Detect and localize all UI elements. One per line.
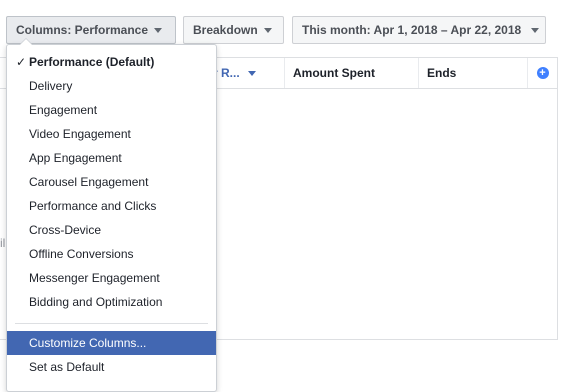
date-range-label: This month: Apr 1, 2018 – Apr 22, 2018 (302, 23, 522, 37)
column-header-ends-label: Ends (427, 66, 457, 80)
columns-menu-item[interactable]: Cross-Device (7, 218, 216, 242)
columns-menu-item[interactable]: Video Engagement (7, 122, 216, 146)
column-header-result-label: r R... (213, 66, 240, 80)
columns-menu-action-label: Customize Columns... (29, 336, 147, 350)
columns-menu-item[interactable]: Carousel Engagement (7, 170, 216, 194)
plus-circle-icon: + (536, 67, 549, 79)
column-header-amount-spent[interactable]: Amount Spent (284, 58, 418, 88)
columns-menu-item-label: Messenger Engagement (29, 271, 160, 285)
chevron-down-icon (531, 27, 540, 33)
menu-divider (15, 323, 208, 324)
columns-menu-item-label: Carousel Engagement (29, 175, 149, 189)
add-column-button[interactable]: + (527, 58, 557, 88)
columns-menu-item-label: Cross-Device (29, 223, 102, 237)
columns-menu-item[interactable]: Offline Conversions (7, 242, 216, 266)
columns-menu-item[interactable]: ✓ Performance (Default) (7, 50, 216, 74)
columns-menu-item[interactable]: Messenger Engagement (7, 266, 216, 290)
columns-menu-list: ✓ Performance (Default) Delivery Engagement… (7, 45, 216, 314)
columns-menu-item-label: Performance (Default) (29, 55, 155, 69)
columns-menu-item-label: Video Engagement (29, 127, 131, 141)
set-as-default-item[interactable]: Set as Default (7, 355, 216, 379)
columns-menu-item[interactable]: Delivery (7, 74, 216, 98)
columns-menu-item[interactable]: Bidding and Optimization (7, 290, 216, 314)
customize-columns-item[interactable]: Customize Columns... (7, 331, 216, 355)
column-header-ends[interactable]: Ends (418, 58, 527, 88)
columns-menu-item-label: Delivery (29, 79, 73, 93)
columns-menu-item-label: App Engagement (29, 151, 122, 165)
columns-menu-actions: Customize Columns... Set as Default (7, 331, 216, 379)
columns-menu-item-label: Bidding and Optimization (29, 295, 163, 309)
columns-menu-item-label: Performance and Clicks (29, 199, 157, 213)
columns-menu-item-label: Offline Conversions (29, 247, 134, 261)
columns-menu-action-label: Set as Default (29, 360, 105, 374)
columns-menu-item[interactable]: Engagement (7, 98, 216, 122)
ads-manager-view: Columns: Performance Breakdown This mont… (0, 0, 564, 392)
columns-menu-item-label: Engagement (29, 103, 98, 117)
chevron-down-icon (154, 27, 163, 33)
column-header-amount-spent-label: Amount Spent (293, 66, 375, 80)
columns-menu: ✓ Performance (Default) Delivery Engagement… (6, 38, 217, 392)
breakdown-dropdown-button[interactable]: Breakdown (183, 16, 284, 44)
columns-menu-item[interactable]: Performance and Clicks (7, 194, 216, 218)
menu-pointer-fill (20, 39, 32, 45)
chevron-down-icon (263, 27, 272, 33)
date-range-button[interactable]: This month: Apr 1, 2018 – Apr 22, 2018 (292, 16, 546, 44)
columns-menu-item[interactable]: App Engagement (7, 146, 216, 170)
breakdown-button-label: Breakdown (193, 23, 258, 37)
sort-desc-icon[interactable] (247, 70, 256, 76)
check-icon: ✓ (16, 55, 27, 69)
columns-button-label: Columns: Performance (16, 23, 149, 37)
truncated-row-text: il (0, 236, 6, 250)
